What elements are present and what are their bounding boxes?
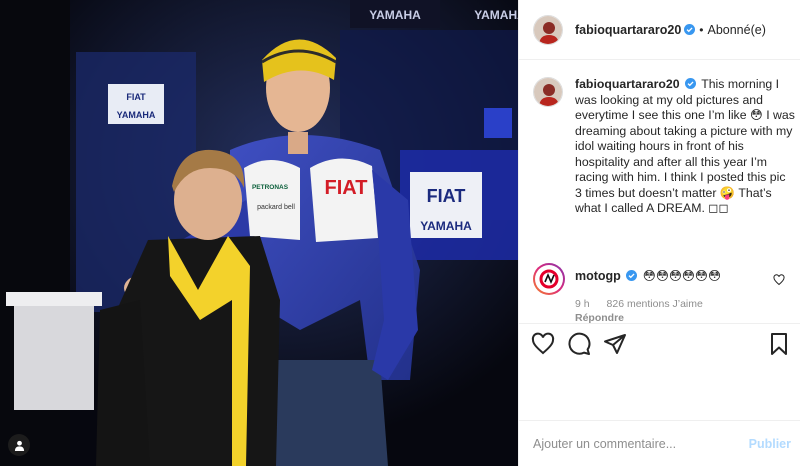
commenter-username[interactable]: motogp	[575, 269, 621, 283]
fiat-sign-right: FIAT	[427, 186, 466, 206]
photo-scene: FIAT YAMAHA YAMAHA YAMAHA FIAT YAMAHA FI…	[0, 0, 518, 466]
motogp-logo	[539, 269, 559, 289]
caption-username[interactable]: fabioquartararo20	[575, 77, 680, 91]
author-avatar-image	[534, 15, 562, 44]
user-tag-button[interactable]	[8, 434, 30, 456]
yamaha-sign-left: YAMAHA	[117, 110, 156, 120]
add-comment-bar: Publier	[519, 420, 800, 466]
fiat-sign-left: FIAT	[126, 92, 146, 102]
heart-icon[interactable]	[531, 332, 555, 356]
yamaha-sign-right: YAMAHA	[420, 219, 472, 233]
comment-likes[interactable]: 826 mentions J’aime	[607, 298, 703, 310]
packard-bell-logo: packard bell	[257, 204, 295, 211]
comments-section: fabioquartararo20 This morning I was loo…	[519, 61, 800, 324]
comment-like-heart-icon[interactable]	[773, 274, 785, 286]
post-sidebar: fabioquartararo20 • Abonné(e) fabioquart	[518, 0, 800, 466]
comment-time[interactable]: 9 h	[575, 298, 590, 310]
caption-avatar[interactable]	[533, 77, 563, 107]
verified-badge-icon	[684, 24, 696, 35]
comment-icon[interactable]	[567, 332, 591, 356]
comment-input[interactable]	[533, 436, 733, 451]
caption-text: fabioquartararo20 This morning I was loo…	[575, 77, 795, 217]
bookmark-icon[interactable]	[767, 332, 791, 356]
follow-status-button[interactable]: Abonné(e)	[707, 23, 765, 37]
fiat-jacket-logo: FIAT	[325, 177, 368, 199]
caption: fabioquartararo20 This morning I was loo…	[533, 77, 795, 217]
caption-body: This morning I was looking at my old pic…	[575, 77, 795, 215]
action-bar	[519, 323, 800, 363]
verified-badge-icon	[684, 78, 696, 89]
share-icon[interactable]	[603, 332, 627, 356]
verified-badge-icon	[626, 270, 638, 281]
comment-item: motogp 😳😳😳😳😳😳 9 h 826 mentions J’aime Ré…	[533, 262, 795, 324]
commenter-avatar[interactable]	[533, 263, 565, 295]
author-username[interactable]: fabioquartararo20	[575, 23, 681, 37]
instagram-post: FIAT YAMAHA YAMAHA YAMAHA FIAT YAMAHA FI…	[0, 0, 800, 466]
caption-avatar-image	[534, 78, 562, 106]
comment-body: 😳😳😳😳😳😳	[642, 269, 721, 283]
post-photo[interactable]: FIAT YAMAHA YAMAHA YAMAHA FIAT YAMAHA FI…	[0, 0, 518, 466]
publish-button[interactable]: Publier	[749, 437, 791, 451]
author-avatar[interactable]	[533, 14, 563, 45]
header-separator: •	[699, 22, 704, 37]
comment-meta: 9 h 826 mentions J’aime	[575, 298, 795, 310]
petronas-logo: PETRONAS	[252, 184, 289, 191]
comment-text: motogp 😳😳😳😳😳😳	[575, 268, 795, 284]
user-tag-icon	[14, 440, 24, 451]
post-header: fabioquartararo20 • Abonné(e)	[519, 0, 800, 60]
yamaha-sign-top-1: YAMAHA	[369, 8, 421, 22]
yamaha-sign-top-2: YAMAHA	[474, 8, 518, 22]
